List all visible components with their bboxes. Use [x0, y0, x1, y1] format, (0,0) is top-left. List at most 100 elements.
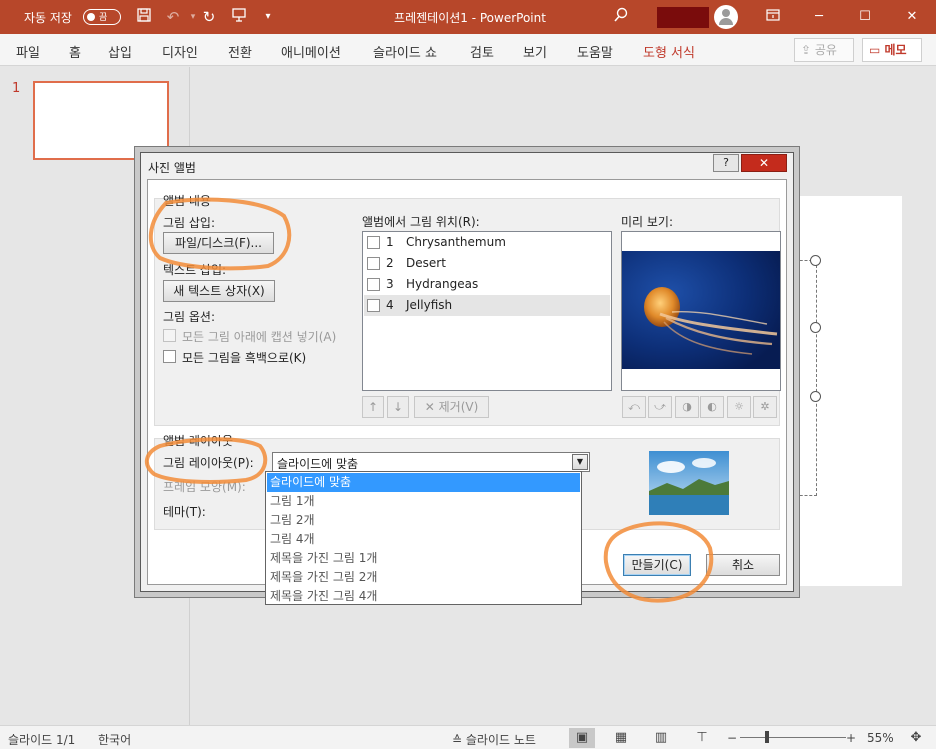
slide-number: 1	[12, 81, 21, 96]
list-item[interactable]: 4 Jellyfish	[364, 295, 610, 316]
share-button[interactable]: ⇪ 공유	[794, 38, 854, 62]
move-up-button[interactable]: ↑	[362, 396, 384, 418]
picture-preview	[621, 231, 781, 391]
ribbon-display-options-icon[interactable]	[763, 7, 783, 27]
contrast-more-icon[interactable]: ◑	[675, 396, 699, 418]
zoom-level[interactable]: 55%	[867, 731, 894, 745]
list-item-number: 3	[386, 277, 394, 291]
tab-review[interactable]: 검토	[470, 42, 494, 61]
album-content-label: 앨범 내용	[163, 194, 211, 208]
remove-button[interactable]: ✕ 제거(V)	[414, 396, 489, 418]
ribbon-tabs: 파일 홈 삽입 디자인 전환 애니메이션 슬라이드 쇼 검토 보기 도움말 도형…	[0, 34, 936, 66]
tab-transitions[interactable]: 전환	[228, 42, 252, 61]
list-item-name: Hydrangeas	[406, 277, 479, 291]
contrast-less-icon[interactable]: ◐	[700, 396, 724, 418]
list-item[interactable]: 1 Chrysanthemum	[364, 232, 610, 253]
resize-handle[interactable]	[810, 255, 821, 266]
rotate-left-icon[interactable]: ⤺	[622, 396, 646, 418]
tab-insert[interactable]: 삽입	[108, 42, 132, 61]
slide-thumbnail[interactable]	[33, 81, 169, 160]
move-down-button[interactable]: ↓	[387, 396, 409, 418]
layout-option[interactable]: 제목을 가진 그림 2개	[267, 568, 580, 587]
list-item-checkbox[interactable]	[367, 236, 380, 249]
undo-icon[interactable]: ↶	[163, 7, 183, 27]
list-item[interactable]: 3 Hydrangeas	[364, 274, 610, 295]
save-icon[interactable]	[134, 7, 154, 27]
slideshow-view-icon[interactable]: ⊤	[689, 728, 715, 748]
close-window-button[interactable]: ✕	[899, 5, 925, 29]
chevron-down-icon[interactable]: ▼	[572, 454, 588, 470]
list-item-number: 2	[386, 256, 394, 270]
tab-view[interactable]: 보기	[523, 42, 547, 61]
cancel-button[interactable]: 취소	[706, 554, 780, 576]
captions-checkbox[interactable]	[163, 329, 176, 342]
pictures-listbox[interactable]: 1 Chrysanthemum 2 Desert 3 Hydrangeas 4 …	[362, 231, 612, 391]
list-item-checkbox[interactable]	[367, 299, 380, 312]
list-item-number: 4	[386, 298, 394, 312]
language-indicator[interactable]: 한국어	[98, 731, 131, 748]
tab-file[interactable]: 파일	[16, 42, 40, 61]
notes-label: 슬라이드 노트	[465, 733, 536, 747]
tab-design[interactable]: 디자인	[162, 42, 198, 61]
presentation-start-icon[interactable]	[229, 7, 249, 27]
status-bar: 슬라이드 1/1 한국어 ≙ 슬라이드 노트 ▣ ▦ ▥ ⊤ − + 55% ✥	[0, 725, 936, 749]
captions-label: 모든 그림 아래에 캡션 넣기(A)	[182, 330, 337, 344]
comment-icon: ▭	[869, 43, 885, 57]
picture-layout-value: 슬라이드에 맞춤	[277, 457, 359, 471]
help-button[interactable]: ?	[713, 154, 739, 172]
brightness-less-icon[interactable]: ✲	[753, 396, 777, 418]
insert-picture-label: 그림 삽입:	[163, 216, 216, 230]
minimize-button[interactable]: ─	[806, 5, 832, 29]
share-label: 공유	[814, 43, 837, 57]
frame-shape-label: 프레임 모양(M):	[163, 480, 246, 494]
create-button[interactable]: 만들기(C)	[623, 554, 691, 576]
black-white-checkbox[interactable]	[163, 350, 176, 363]
file-disk-button[interactable]: 파일/디스크(F)...	[163, 232, 274, 254]
list-item-checkbox[interactable]	[367, 257, 380, 270]
layout-option[interactable]: 슬라이드에 맞춤	[267, 473, 580, 492]
autosave-toggle[interactable]: 끔	[83, 9, 121, 25]
picture-layout-options[interactable]: 슬라이드에 맞춤 그림 1개 그림 2개 그림 4개 제목을 가진 그림 1개 …	[265, 471, 582, 605]
layout-option[interactable]: 그림 1개	[267, 492, 580, 511]
tab-help[interactable]: 도움말	[577, 42, 613, 61]
notes-button[interactable]: ≙ 슬라이드 노트	[452, 731, 536, 748]
selected-shape-frame[interactable]	[795, 260, 817, 496]
autosave-label: 자동 저장	[24, 11, 72, 25]
reading-view-icon[interactable]: ▥	[648, 728, 674, 748]
picture-layout-select[interactable]: 슬라이드에 맞춤 ▼	[272, 452, 590, 472]
layout-option[interactable]: 제목을 가진 그림 4개	[267, 587, 580, 606]
memo-button[interactable]: ▭ 메모	[862, 38, 922, 62]
tab-shape-format[interactable]: 도형 서식	[643, 42, 695, 61]
rotate-right-icon[interactable]: ⤻	[648, 396, 672, 418]
resize-handle[interactable]	[810, 322, 821, 333]
brightness-more-icon[interactable]: ☼	[727, 396, 751, 418]
tab-home[interactable]: 홈	[69, 42, 81, 61]
fit-to-window-icon[interactable]: ✥	[903, 728, 929, 748]
dialog-close-button[interactable]: ✕	[741, 154, 787, 172]
resize-handle[interactable]	[810, 391, 821, 402]
list-item-name: Desert	[406, 256, 446, 270]
layout-option[interactable]: 그림 4개	[267, 530, 580, 549]
zoom-in-button[interactable]: +	[846, 731, 856, 745]
autosave-state: 끔	[99, 13, 108, 23]
zoom-slider[interactable]	[740, 737, 846, 738]
list-item-checkbox[interactable]	[367, 278, 380, 291]
search-icon[interactable]	[611, 7, 631, 27]
normal-view-icon[interactable]: ▣	[569, 728, 595, 748]
tab-slideshow[interactable]: 슬라이드 쇼	[373, 42, 437, 61]
slide-indicator: 슬라이드 1/1	[8, 733, 76, 747]
account-name-box[interactable]	[657, 7, 709, 28]
customize-toolbar-icon[interactable]: ▾	[258, 7, 278, 27]
maximize-button[interactable]: ☐	[852, 5, 878, 29]
zoom-slider-thumb[interactable]	[765, 731, 769, 743]
list-item[interactable]: 2 Desert	[364, 253, 610, 274]
zoom-out-button[interactable]: −	[727, 731, 737, 745]
redo-icon[interactable]: ↻	[199, 7, 219, 27]
tab-animations[interactable]: 애니메이션	[281, 42, 341, 61]
slide-sorter-icon[interactable]: ▦	[608, 728, 634, 748]
layout-option[interactable]: 제목을 가진 그림 1개	[267, 549, 580, 568]
avatar[interactable]	[714, 5, 738, 29]
new-text-box-button[interactable]: 새 텍스트 상자(X)	[163, 280, 275, 302]
arrow-up-icon: ↑	[367, 400, 379, 414]
layout-option[interactable]: 그림 2개	[267, 511, 580, 530]
